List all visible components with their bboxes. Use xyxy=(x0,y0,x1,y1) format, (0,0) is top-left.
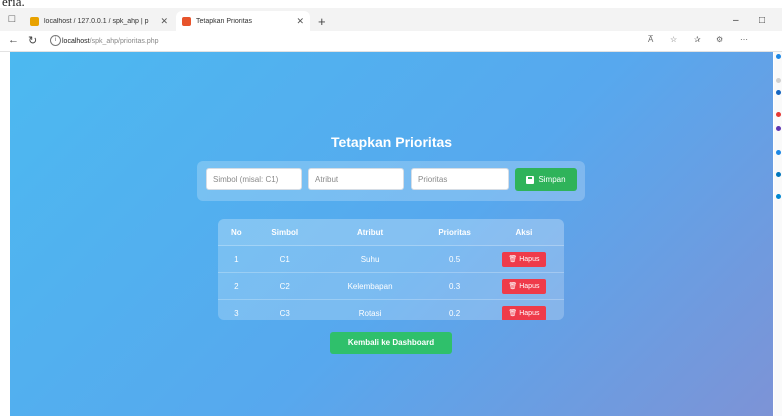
url-host: localhost xyxy=(62,37,90,45)
more-menu-icon[interactable]: ⋯ xyxy=(740,35,748,44)
cell-no: 2 xyxy=(218,272,255,300)
floppy-disk-icon xyxy=(526,175,535,184)
table-row: 3 C3 Rotasi 0.2 🗑 Hapus xyxy=(218,299,564,320)
atribut-input[interactable] xyxy=(308,168,404,190)
read-aloud-icon[interactable]: A̅ xyxy=(648,35,653,44)
phpmyadmin-favicon-icon xyxy=(30,16,39,26)
tab-label: Tetapkan Prioritas xyxy=(196,17,253,25)
top-strip: eria. xyxy=(0,0,782,9)
header-aksi: Aksi xyxy=(483,219,564,246)
header-prioritas: Prioritas xyxy=(425,219,484,246)
cell-simbol: C3 xyxy=(254,299,315,320)
page-title: Tetapkan Prioritas xyxy=(330,134,453,150)
save-button[interactable]: Simpan xyxy=(515,168,577,191)
address-bar: ← ↻ i localhost /spk_ahp/prioritas.php A… xyxy=(0,31,782,52)
back-to-dashboard-button[interactable]: Kembali ke Dashboard xyxy=(330,332,452,354)
cell-atribut: Kelembapan xyxy=(314,272,426,300)
tab-prioritas[interactable]: Tetapkan Prioritas ✕ xyxy=(176,11,310,31)
delete-button[interactable]: 🗑 Hapus xyxy=(501,251,546,267)
cell-aksi: 🗑 Hapus xyxy=(483,299,564,320)
sidebar-app-icon[interactable] xyxy=(776,172,781,177)
reload-icon[interactable]: ↻ xyxy=(28,34,37,47)
site-info-icon[interactable]: i xyxy=(50,35,61,46)
page-favicon-icon xyxy=(182,16,191,26)
cell-no: 1 xyxy=(218,245,255,273)
header-simbol: Simbol xyxy=(254,219,315,246)
cell-prioritas: 0.5 xyxy=(425,245,484,273)
cell-simbol: C2 xyxy=(254,272,315,300)
sidebar-app-icon[interactable] xyxy=(776,150,781,155)
table-header-row: No Simbol Atribut Prioritas Aksi xyxy=(218,219,564,246)
table-row: 1 C1 Suhu 0.5 🗑 Hapus xyxy=(218,245,564,273)
cell-aksi: 🗑 Hapus xyxy=(483,245,564,273)
cell-atribut: Rotasi xyxy=(314,299,426,320)
new-tab-button[interactable]: + xyxy=(318,14,326,29)
table-row: 2 C2 Kelembapan 0.3 🗑 Hapus xyxy=(218,272,564,300)
tab-actions-icon[interactable]: □ xyxy=(5,12,19,26)
extensions-icon[interactable]: ⚙ xyxy=(716,35,723,44)
tab-phpmyadmin[interactable]: localhost / 127.0.0.1 / spk_ahp | p ✕ xyxy=(24,11,174,31)
maximize-button[interactable]: □ xyxy=(759,15,765,26)
favorite-star-icon[interactable]: ☆ xyxy=(670,35,677,44)
close-tab-icon[interactable]: ✕ xyxy=(160,16,168,27)
priority-form: Simpan xyxy=(197,161,585,201)
sidebar-app-icon[interactable] xyxy=(776,90,781,95)
cell-prioritas: 0.3 xyxy=(425,272,484,300)
close-tab-icon[interactable]: ✕ xyxy=(296,16,304,27)
save-button-label: Simpan xyxy=(538,175,566,184)
back-arrow-icon[interactable]: ← xyxy=(8,34,19,46)
priority-table: No Simbol Atribut Prioritas Aksi 1 C1 Su… xyxy=(218,219,564,320)
favorites-icon[interactable]: ✰ xyxy=(694,35,701,44)
sidebar-app-icon[interactable] xyxy=(776,126,781,131)
header-atribut: Atribut xyxy=(314,219,426,246)
header-no: No xyxy=(218,219,255,246)
cell-aksi: 🗑 Hapus xyxy=(483,272,564,300)
minimize-button[interactable]: – xyxy=(733,15,739,26)
delete-button[interactable]: 🗑 Hapus xyxy=(501,305,546,320)
tab-bar: □ localhost / 127.0.0.1 / spk_ahp | p ✕ … xyxy=(0,8,782,31)
cell-no: 3 xyxy=(218,299,255,320)
url-path: /spk_ahp/prioritas.php xyxy=(89,37,159,45)
prioritas-input[interactable] xyxy=(411,168,509,190)
sidebar-app-icon[interactable] xyxy=(776,194,781,199)
edge-sidebar xyxy=(774,52,782,416)
search-icon[interactable] xyxy=(776,78,781,83)
sidebar-app-icon[interactable] xyxy=(776,112,781,117)
cell-atribut: Suhu xyxy=(314,245,426,273)
tab-label: localhost / 127.0.0.1 / spk_ahp | p xyxy=(44,17,149,25)
delete-button[interactable]: 🗑 Hapus xyxy=(501,278,546,294)
cell-simbol: C1 xyxy=(254,245,315,273)
page-viewport: Tetapkan Prioritas Simpan No Simbol Atri… xyxy=(10,52,773,416)
url-field[interactable]: localhost /spk_ahp/prioritas.php xyxy=(62,34,159,48)
cell-prioritas: 0.2 xyxy=(425,299,484,320)
simbol-input[interactable] xyxy=(206,168,302,190)
priority-table-card: No Simbol Atribut Prioritas Aksi 1 C1 Su… xyxy=(218,219,564,320)
copilot-icon[interactable] xyxy=(776,54,781,59)
